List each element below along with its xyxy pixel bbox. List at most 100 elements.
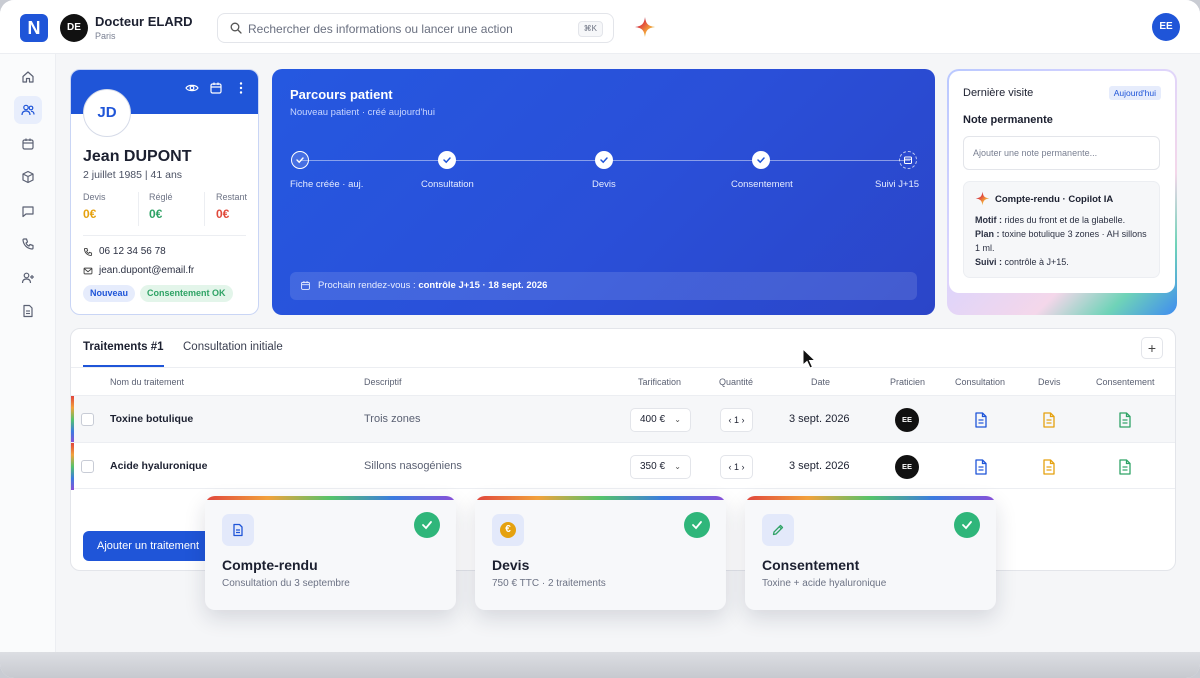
stat-divider — [204, 192, 205, 226]
patient-email[interactable]: jean.dupont@email.fr — [83, 265, 194, 276]
sidebar-item-products[interactable] — [14, 163, 42, 191]
row-checkbox[interactable] — [81, 413, 94, 426]
stat-regle-value: 0€ — [149, 207, 163, 221]
add-tab-button[interactable]: + — [1141, 337, 1163, 359]
sidebar-item-add-patient[interactable] — [14, 264, 42, 292]
user-avatar[interactable]: EE — [1152, 13, 1180, 41]
doctor-name: Docteur ELARD — [95, 14, 193, 29]
card-title: Compte-rendu — [222, 557, 318, 573]
permanent-note-input[interactable] — [963, 136, 1160, 170]
sidebar-item-calendar[interactable] — [14, 130, 42, 158]
mail-icon — [83, 267, 93, 274]
consent-document-icon[interactable] — [1118, 459, 1132, 475]
price-value: 400 € — [640, 414, 666, 425]
ai-suivi: Suivi : contrôle à J+15. — [975, 255, 1151, 269]
ai-sparkle-icon[interactable] — [634, 16, 656, 38]
journey-step-consultation[interactable] — [438, 151, 456, 169]
next-appointment-value: contrôle J+15 · 18 sept. 2026 — [418, 280, 548, 291]
practitioner-avatar[interactable]: EE — [895, 408, 919, 432]
stat-restant-label: Restant — [216, 192, 248, 202]
journey-subtitle: Nouveau patient · créé aujourd'hui — [290, 107, 435, 118]
journey-label-devis: Devis — [592, 179, 616, 190]
quote-document-icon[interactable] — [1042, 459, 1056, 475]
ai-sparkle-icon — [975, 191, 990, 206]
practitioner-avatar[interactable]: EE — [895, 455, 919, 479]
patient-phone-text: 06 12 34 56 78 — [99, 246, 166, 257]
done-check-icon — [414, 512, 440, 538]
column-header: Descriptif — [364, 377, 402, 387]
quote-document-icon[interactable] — [1042, 412, 1056, 428]
treatment-name: Toxine botulique — [110, 413, 194, 425]
journey-label-suivi: Suivi J+15 — [875, 179, 920, 190]
quantity-stepper[interactable]: ‹ 1 › — [720, 455, 753, 479]
ai-suivi-text: contrôle à J+15. — [1002, 257, 1069, 267]
consent-card[interactable]: Consentement Toxine + acide hyaluronique — [745, 496, 996, 610]
report-card[interactable]: Compte-rendu Consultation du 3 septembre — [205, 496, 456, 610]
home-icon — [22, 71, 34, 83]
treatment-date: 3 sept. 2026 — [789, 460, 850, 472]
euro-icon: € — [500, 522, 516, 538]
row-color-bar — [71, 443, 74, 490]
journey-label-consentement: Consentement — [731, 179, 793, 190]
journey-step-consentement[interactable] — [752, 151, 770, 169]
ai-plan-label: Plan : — [975, 229, 1000, 239]
check-icon — [443, 157, 451, 164]
stat-divider — [138, 192, 139, 226]
sidebar — [0, 54, 56, 652]
row-checkbox[interactable] — [81, 460, 94, 473]
check-icon — [295, 156, 304, 163]
phone-icon — [22, 238, 34, 250]
done-check-icon — [954, 512, 980, 538]
top-header: N DE Docteur ELARD Paris ⌘K EE — [0, 0, 1200, 54]
patient-phone[interactable]: 06 12 34 56 78 — [83, 246, 166, 257]
app-logo[interactable]: N — [20, 14, 48, 42]
quote-card[interactable]: € Devis 750 € TTC · 2 traitements — [475, 496, 726, 610]
card-color-bar — [205, 496, 456, 500]
journey-step-devis[interactable] — [595, 151, 613, 169]
ai-motif-text: rides du front et de la glabelle. — [1002, 215, 1126, 225]
table-row[interactable]: Acide hyaluronique Sillons nasogéniens 3… — [71, 442, 1175, 490]
card-color-bar — [475, 496, 726, 500]
ai-report-box: Compte-rendu · Copilot IA Motif : rides … — [963, 181, 1160, 278]
journey-label-fiche: Fiche créée · auj. — [290, 179, 364, 190]
card-icon-box — [222, 514, 254, 546]
calendar-icon[interactable] — [209, 81, 223, 95]
tab-initial-consultation[interactable]: Consultation initiale — [183, 341, 283, 367]
badge-consent: Consentement OK — [140, 285, 233, 302]
doctor-avatar[interactable]: DE — [60, 14, 88, 42]
price-select[interactable]: 350 € ⌄ — [630, 455, 691, 479]
table-header: Nom du traitement Descriptif Tarificatio… — [71, 367, 1175, 395]
patient-dob-age: 2 juillet 1985 | 41 ans — [83, 169, 183, 181]
sidebar-item-documents[interactable] — [14, 297, 42, 325]
consultation-document-icon[interactable] — [974, 459, 988, 475]
tab-treatments[interactable]: Traitements #1 — [83, 341, 164, 367]
column-header: Tarification — [638, 377, 682, 387]
next-appointment[interactable]: Prochain rendez-vous : contrôle J+15 · 1… — [290, 272, 917, 300]
consultation-document-icon[interactable] — [974, 412, 988, 428]
stat-restant: Restant 0€ — [216, 192, 258, 221]
sidebar-item-calls[interactable] — [14, 230, 42, 258]
journey-step-fiche[interactable] — [291, 151, 309, 169]
more-vertical-icon[interactable] — [234, 81, 248, 95]
consent-document-icon[interactable] — [1118, 412, 1132, 428]
sidebar-item-patients[interactable] — [14, 96, 42, 124]
column-header: Praticien — [890, 377, 926, 387]
calendar-icon — [903, 156, 912, 164]
table-row[interactable]: Toxine botulique Trois zones 400 € ⌄ ‹ 1 … — [71, 395, 1175, 443]
treatment-date: 3 sept. 2026 — [789, 413, 850, 425]
sidebar-item-home[interactable] — [14, 63, 42, 91]
price-select[interactable]: 400 € ⌄ — [630, 408, 691, 432]
card-title: Devis — [492, 557, 530, 573]
card-icon-box — [762, 514, 794, 546]
search-bar[interactable]: ⌘K — [217, 13, 614, 43]
done-check-icon — [684, 512, 710, 538]
quantity-stepper[interactable]: ‹ 1 › — [720, 408, 753, 432]
sidebar-item-messages[interactable] — [14, 197, 42, 225]
search-input[interactable] — [248, 20, 568, 38]
search-icon — [230, 22, 242, 34]
journey-step-suivi[interactable] — [899, 151, 917, 169]
last-visit-title: Dernière visite — [963, 87, 1034, 99]
add-treatment-button[interactable]: Ajouter un traitement — [83, 531, 214, 561]
card-title: Consentement — [762, 557, 860, 573]
eye-icon[interactable] — [185, 81, 199, 95]
